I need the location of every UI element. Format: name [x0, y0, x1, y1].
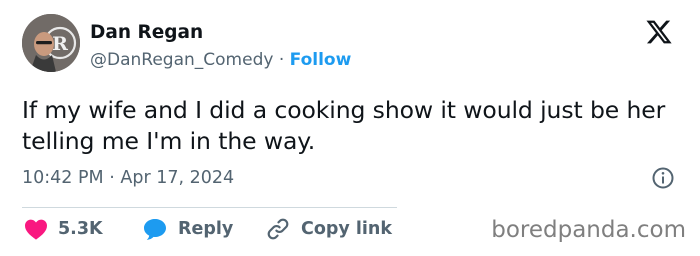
- reply-bubble-icon: [144, 219, 166, 240]
- svg-text:R: R: [52, 33, 68, 55]
- reply-button[interactable]: Reply: [142, 216, 233, 242]
- author-name[interactable]: Dan Regan: [90, 21, 203, 45]
- timestamp-separator: ·: [109, 168, 115, 188]
- tweet-timestamp[interactable]: 10:42 PM · Apr 17, 2024: [22, 166, 234, 190]
- like-count: 5.3K: [58, 219, 103, 239]
- tweet-time: 10:42 PM: [22, 168, 104, 188]
- info-icon[interactable]: [651, 166, 675, 190]
- author-handle[interactable]: @DanRegan_Comedy: [90, 50, 273, 70]
- like-button[interactable]: 5.3K: [24, 216, 103, 242]
- copy-link-button[interactable]: Copy link: [265, 216, 392, 242]
- copy-link-label: Copy link: [301, 219, 392, 239]
- tweet-text: If my wife and I did a cooking show it w…: [22, 96, 666, 155]
- link-icon: [267, 218, 289, 240]
- heart-icon: [25, 219, 47, 240]
- x-logo-icon[interactable]: [644, 18, 674, 46]
- author-handle-row: @DanRegan_Comedy · Follow: [90, 49, 351, 71]
- tweet-date: Apr 17, 2024: [120, 168, 235, 188]
- follow-button[interactable]: Follow: [290, 50, 352, 70]
- reply-label: Reply: [178, 219, 234, 239]
- avatar[interactable]: R: [22, 14, 80, 72]
- watermark: boredpanda.com: [491, 217, 686, 243]
- divider: [22, 207, 397, 208]
- avatar-image: R: [22, 14, 80, 72]
- handle-separator: ·: [278, 50, 285, 70]
